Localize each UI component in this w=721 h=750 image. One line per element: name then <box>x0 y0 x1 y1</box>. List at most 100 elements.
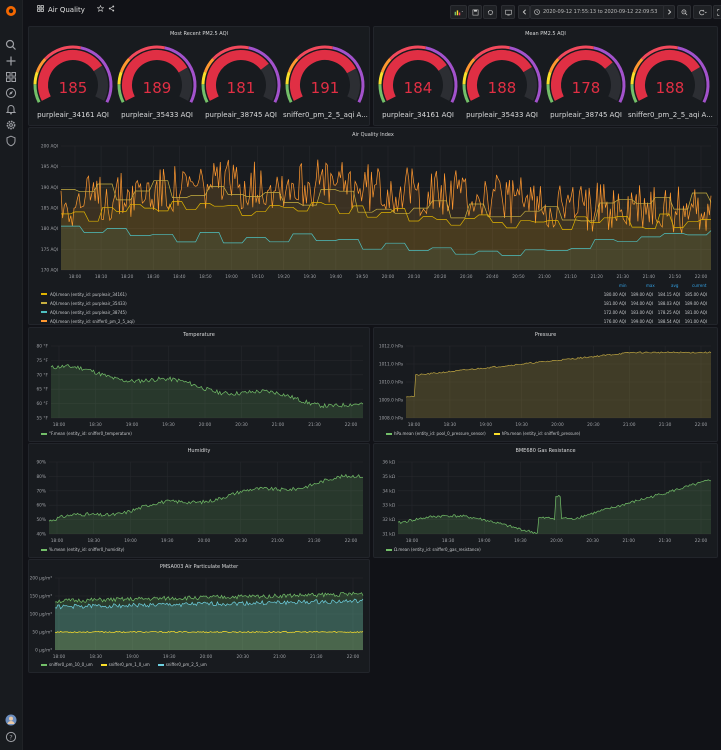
time-shift-back-icon[interactable] <box>518 5 530 19</box>
legend-series-name: AQI.mean (entity_id: purpleair_35433) <box>50 300 127 306</box>
zoom-out-icon[interactable] <box>677 5 691 19</box>
panel-title[interactable]: Most Recent PM2.5 AQI <box>29 31 369 37</box>
legend-header-current[interactable]: current <box>692 283 706 288</box>
gauge-mean-3[interactable]: 188 <box>628 39 712 109</box>
refresh-icon[interactable] <box>693 5 712 19</box>
legend-item[interactable]: °F.mean (entity_id: sniffer0_temperature… <box>41 431 132 436</box>
legend-row[interactable]: AQI.mean (entity_id: purpleair_35433) 181… <box>41 299 707 307</box>
legend-item[interactable]: hPa.mean (entity_id: pool_0_pressure_sen… <box>386 431 486 436</box>
x-tick-label: 20:30 <box>235 422 248 428</box>
legend-swatch <box>41 311 47 313</box>
x-tick-label: 20:00 <box>199 422 212 428</box>
panel-title[interactable]: Pressure <box>374 332 717 338</box>
grafana-logo-icon[interactable] <box>4 4 18 18</box>
legend-item[interactable]: sniffer0_pm_10_0_um <box>41 662 93 667</box>
panel-title[interactable]: Air Quality Index <box>29 132 717 138</box>
gas-resistance-graph[interactable]: 36 kΩ 35 kΩ 34 kΩ 33 kΩ 32 kΩ 31 kΩ 18:00 18:30… <box>374 456 717 548</box>
x-tick-label: 18:00 <box>408 422 421 428</box>
legend-series-name: AQI.mean (entity_id: purpleair_34161) <box>50 291 127 297</box>
configuration-gear-icon[interactable] <box>4 118 18 132</box>
legend-item[interactable]: sniffer0_pm_2_5_um <box>157 662 207 667</box>
server-admin-shield-icon[interactable] <box>4 134 18 148</box>
star-icon[interactable] <box>96 4 105 14</box>
humidity-panel: Humidity 90% 80% 70% 60% 50% 40% 18:00 18:30 19:… <box>28 443 370 558</box>
gauge-recent-2[interactable]: 181 <box>199 39 283 109</box>
search-icon[interactable] <box>4 38 18 52</box>
view-mode-icon[interactable] <box>713 5 721 19</box>
y-tick-label: 75 °F <box>37 358 49 364</box>
add-panel-icon[interactable]: + <box>450 5 467 19</box>
legend-row[interactable]: AQI.mean (entity_id: purpleair_38745) 172… <box>41 308 707 316</box>
x-tick-label: 18:30 <box>444 422 457 428</box>
plus-icon[interactable] <box>4 54 18 68</box>
y-tick-label: 36 kΩ <box>382 460 395 466</box>
alerting-bell-icon[interactable] <box>4 102 18 116</box>
dashboard-title-area: Air Quality <box>37 4 115 14</box>
legend-item[interactable]: Ω.mean (entity_id: sniffer0_gas_resistan… <box>386 547 481 552</box>
series-area <box>55 631 363 650</box>
panel-title[interactable]: Humidity <box>29 448 369 454</box>
time-range-text: 2020-09-12 17:55:13 to 2020-09-12 22:09:… <box>543 9 658 15</box>
x-tick-label: 19:00 <box>225 274 238 280</box>
explore-icon[interactable] <box>4 86 18 100</box>
panel-title[interactable]: PMSA003 Air Particulate Matter <box>29 564 369 570</box>
gauge-label: purpleair_38745 AQI <box>205 111 277 119</box>
gauge-threshold-band <box>117 71 123 85</box>
user-avatar[interactable] <box>4 713 18 727</box>
x-tick-label: 20:00 <box>551 422 564 428</box>
x-tick-label: 21:30 <box>659 538 672 544</box>
y-tick-label: 100 µg/m³ <box>30 612 53 618</box>
aqi-graph[interactable]: 200 AQI 195 AQI 190 AQI 185 AQI 180 AQI 175 A… <box>29 140 717 290</box>
gauge-mean-2[interactable]: 178 <box>544 39 628 109</box>
share-icon[interactable] <box>108 5 115 14</box>
x-tick-label: 20:10 <box>408 274 421 280</box>
panel-title[interactable]: BME680 Gas Resistance <box>374 448 717 454</box>
legend-header-max[interactable]: max <box>646 283 655 288</box>
gauge-label: purpleair_34161 AQI <box>37 111 109 119</box>
temperature-graph[interactable]: 80 °F 75 °F 70 °F 65 °F 60 °F 55 °F 18:00 18:30… <box>29 340 369 432</box>
y-tick-label: 50 µg/m³ <box>32 630 52 636</box>
dashboard-title[interactable]: Air Quality <box>48 6 85 14</box>
time-shift-forward-icon[interactable] <box>663 5 675 19</box>
x-tick-label: 18:20 <box>121 274 134 280</box>
y-tick-label: 0 µg/m³ <box>35 648 52 654</box>
legend-item[interactable]: %.mean (entity_id: sniffer0_humidity) <box>41 547 125 552</box>
legend-row[interactable]: AQI.mean (entity_id: purpleair_34161) 180… <box>41 290 707 298</box>
help-icon[interactable]: ? <box>4 730 18 744</box>
gauge-recent-3[interactable]: 191 <box>283 39 367 109</box>
gauge-recent-0[interactable]: 185 <box>31 39 115 109</box>
pmsa003-panel: PMSA003 Air Particulate Matter 200 µg/m³… <box>28 559 370 673</box>
y-tick-label: 50% <box>36 517 46 523</box>
tv-mode-icon[interactable] <box>501 5 515 19</box>
legend-header-min[interactable]: min <box>619 283 627 288</box>
pmsa003-graph[interactable]: 200 µg/m³ 150 µg/m³ 100 µg/m³ 50 µg/m³ 0 µg/… <box>29 572 369 664</box>
legend-series-name: AQI.mean (entity_id: purpleair_38745) <box>50 309 127 315</box>
gauge-value: 189 <box>143 79 172 97</box>
gauge-recent-1[interactable]: 189 <box>115 39 199 109</box>
legend-item[interactable]: hPa.mean (entity_id: sniffer0_pressure) <box>493 431 580 436</box>
temperature-panel: Temperature 80 °F 75 °F 70 °F 65 °F 60 °F 55 … <box>28 327 370 442</box>
legend-max-value: 199.00 AQI <box>630 318 653 324</box>
panel-title[interactable]: Mean PM2.5 AQI <box>374 31 717 37</box>
legend-item[interactable]: sniffer0_pm_1_0_um <box>100 662 150 667</box>
pressure-graph[interactable]: 1012.0 hPa 1011.0 hPa 1010.0 hPa 1009.0 hPa… <box>374 340 717 432</box>
series-area <box>49 474 363 534</box>
panel-title[interactable]: Temperature <box>29 332 369 338</box>
gauge-mean-0[interactable]: 184 <box>376 39 460 109</box>
gauge-threshold-band <box>33 71 39 85</box>
y-tick-label: 150 µg/m³ <box>30 594 53 600</box>
y-tick-label: 55 °F <box>37 416 49 422</box>
gauge-value: 178 <box>572 79 601 97</box>
dashboards-icon[interactable] <box>4 70 18 84</box>
y-tick-label: 185 AQI <box>41 206 58 212</box>
humidity-graph[interactable]: 90% 80% 70% 60% 50% 40% 18:00 18:30 19:00 19:30 20… <box>29 456 369 548</box>
legend-current-value: 191.00 AQI <box>684 318 707 324</box>
legend-header-avg[interactable]: avg <box>671 283 678 288</box>
x-tick-label: 21:40 <box>643 274 656 280</box>
save-icon[interactable] <box>468 5 482 19</box>
gauge-mean-1[interactable]: 188 <box>460 39 544 109</box>
time-range-picker[interactable]: 2020-09-12 17:55:13 to 2020-09-12 22:09:… <box>530 5 665 19</box>
settings-gear-icon[interactable] <box>483 5 497 19</box>
legend-row[interactable]: AQI.mean (entity_id: sniffer0_pm_2_5_aqi… <box>41 317 707 325</box>
legend-swatch <box>157 663 164 666</box>
